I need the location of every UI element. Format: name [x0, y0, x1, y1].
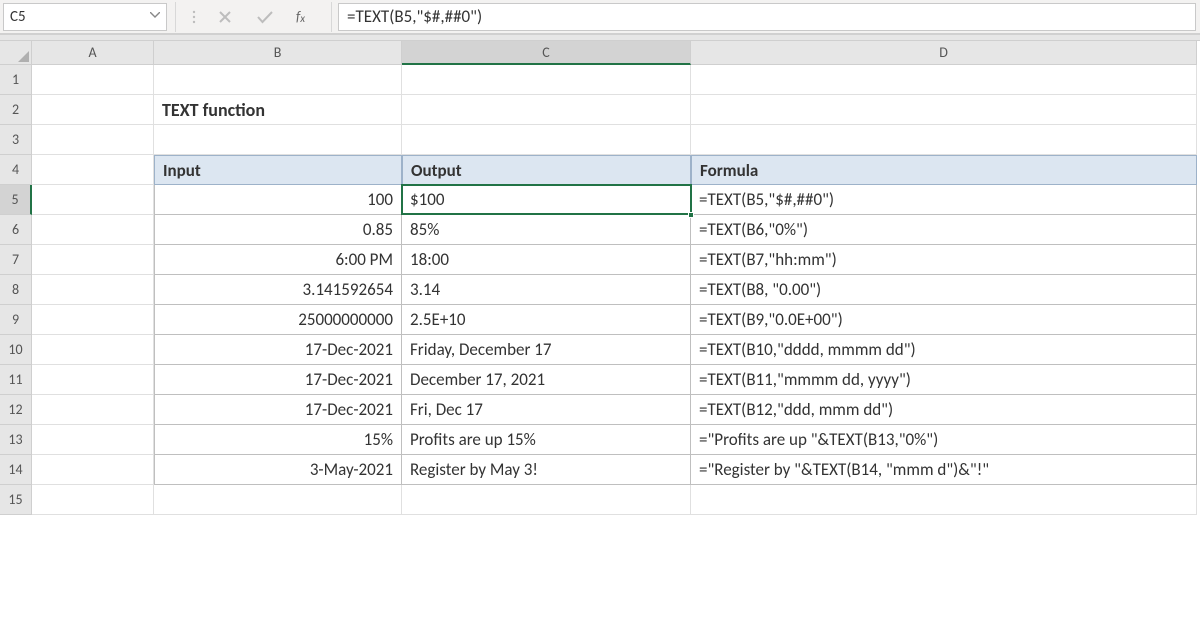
cell[interactable] [32, 395, 154, 425]
cell-input[interactable]: 3-May-2021 [154, 455, 402, 485]
row-header[interactable]: 2 [0, 95, 32, 125]
cell[interactable] [32, 125, 154, 155]
cell-output[interactable]: Friday, December 17 [402, 335, 691, 365]
row-header[interactable]: 9 [0, 305, 32, 335]
row-header[interactable]: 4 [0, 155, 32, 185]
cell[interactable] [32, 65, 154, 95]
cell[interactable] [32, 485, 154, 515]
cell-output[interactable]: 3.14 [402, 275, 691, 305]
row-header[interactable]: 7 [0, 245, 32, 275]
cell[interactable] [32, 335, 154, 365]
cell-formula[interactable]: =TEXT(B12,"ddd, mmm dd") [691, 395, 1197, 425]
cell-formula[interactable]: =TEXT(B6,"0%") [691, 215, 1197, 245]
column-header-B[interactable]: B [154, 41, 402, 65]
row-header[interactable]: 10 [0, 335, 32, 365]
cell-output[interactable]: 18:00 [402, 245, 691, 275]
cell-output[interactable]: December 17, 2021 [402, 365, 691, 395]
row-header[interactable]: 6 [0, 215, 32, 245]
cell-output[interactable]: 85% [402, 215, 691, 245]
cell[interactable] [154, 65, 402, 95]
cell-input[interactable]: 17-Dec-2021 [154, 335, 402, 365]
row-header[interactable]: 1 [0, 65, 32, 95]
title-cell[interactable]: TEXT function [154, 95, 402, 125]
row-header[interactable]: 11 [0, 365, 32, 395]
spreadsheet-grid[interactable]: A B C D 1 2 TEXT function 3 4 Input Outp… [0, 41, 1200, 515]
cell[interactable] [32, 455, 154, 485]
selection-border [401, 184, 692, 215]
cell-input[interactable]: 100 [154, 185, 402, 215]
cell[interactable] [32, 155, 154, 185]
cell[interactable] [402, 95, 691, 125]
row-header[interactable]: 8 [0, 275, 32, 305]
separator [331, 2, 332, 32]
cell[interactable] [32, 95, 154, 125]
cell[interactable] [32, 425, 154, 455]
cell-formula[interactable]: =TEXT(B11,"mmmm dd, yyyy") [691, 365, 1197, 395]
row-header[interactable]: 5 [0, 185, 32, 215]
fill-handle[interactable] [688, 212, 694, 218]
row-header[interactable]: 12 [0, 395, 32, 425]
cell-output[interactable]: Register by May 3! [402, 455, 691, 485]
column-header-A[interactable]: A [32, 41, 154, 65]
name-box-value: C5 [10, 8, 150, 26]
formula-text: =TEXT(B5,"$#,##0") [347, 6, 482, 27]
cell-output[interactable]: 2.5E+10 [402, 305, 691, 335]
cell[interactable] [32, 365, 154, 395]
fx-icon[interactable]: fx [296, 8, 315, 25]
cell-input[interactable]: 3.141592654 [154, 275, 402, 305]
vertical-dots-icon [182, 10, 206, 24]
table-header-output[interactable]: Output [402, 155, 691, 185]
cell[interactable] [402, 125, 691, 155]
cell[interactable] [691, 125, 1197, 155]
formula-input[interactable]: =TEXT(B5,"$#,##0") [338, 3, 1196, 31]
formula-bar-buttons: fx [206, 8, 325, 26]
row-header[interactable]: 13 [0, 425, 32, 455]
cell-input[interactable]: 17-Dec-2021 [154, 365, 402, 395]
cell[interactable] [32, 305, 154, 335]
name-box[interactable]: C5 [3, 3, 167, 31]
enter-check-icon[interactable] [256, 8, 274, 26]
cell[interactable] [402, 65, 691, 95]
cell[interactable] [402, 485, 691, 515]
cell[interactable] [32, 215, 154, 245]
cell-formula[interactable]: ="Register by "&TEXT(B14, "mmm d")&"!" [691, 455, 1197, 485]
cell-formula[interactable]: ="Profits are up "&TEXT(B13,"0%") [691, 425, 1197, 455]
cell[interactable] [691, 485, 1197, 515]
cell-input[interactable]: 15% [154, 425, 402, 455]
column-header-D[interactable]: D [691, 41, 1197, 65]
column-header-C[interactable]: C [402, 41, 691, 65]
cell-formula[interactable]: =TEXT(B10,"dddd, mmmm dd") [691, 335, 1197, 365]
cell[interactable] [32, 185, 154, 215]
row-header[interactable]: 3 [0, 125, 32, 155]
table-header-input[interactable]: Input [154, 155, 402, 185]
row-header[interactable]: 15 [0, 485, 32, 515]
cell-formula[interactable]: =TEXT(B5,"$#,##0") [691, 185, 1197, 215]
separator [175, 2, 176, 32]
cell[interactable] [691, 65, 1197, 95]
cell-formula[interactable]: =TEXT(B8, "0.00") [691, 275, 1197, 305]
cell-input[interactable]: 17-Dec-2021 [154, 395, 402, 425]
cell[interactable] [154, 125, 402, 155]
cell-output[interactable]: Fri, Dec 17 [402, 395, 691, 425]
cell-output[interactable]: Profits are up 15% [402, 425, 691, 455]
cell-input[interactable]: 6:00 PM [154, 245, 402, 275]
row-header[interactable]: 14 [0, 455, 32, 485]
cell[interactable] [32, 245, 154, 275]
formula-bar: C5 fx =TEXT(B5,"$#,##0") [0, 0, 1200, 34]
cell[interactable] [691, 95, 1197, 125]
chevron-down-icon[interactable] [150, 12, 160, 22]
cell-formula[interactable]: =TEXT(B7,"hh:mm") [691, 245, 1197, 275]
toolbar-divider [0, 34, 1200, 41]
select-all-corner[interactable] [0, 41, 32, 65]
cancel-icon[interactable] [216, 8, 234, 26]
cell-input[interactable]: 25000000000 [154, 305, 402, 335]
table-header-formula[interactable]: Formula [691, 155, 1197, 185]
selected-cell[interactable]: $100 [402, 185, 691, 215]
cell[interactable] [154, 485, 402, 515]
cell-input[interactable]: 0.85 [154, 215, 402, 245]
cell-formula[interactable]: =TEXT(B9,"0.0E+00") [691, 305, 1197, 335]
cell[interactable] [32, 275, 154, 305]
